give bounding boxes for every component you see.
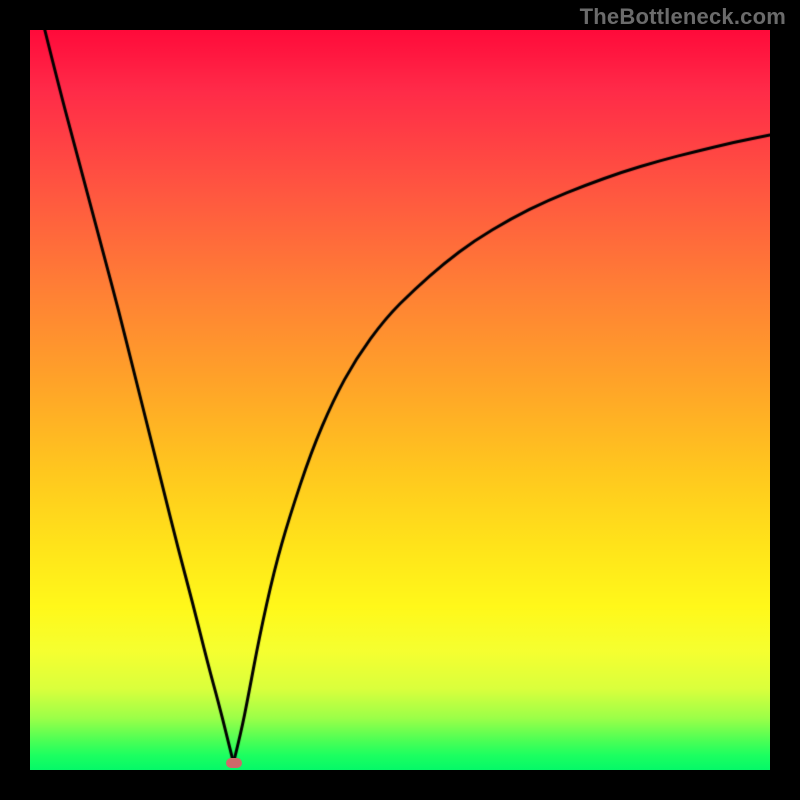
vertex-marker [226, 758, 242, 768]
watermark-text: TheBottleneck.com [580, 4, 786, 30]
plot-area [30, 30, 770, 770]
chart-frame: TheBottleneck.com [0, 0, 800, 800]
curve-canvas [30, 30, 770, 770]
